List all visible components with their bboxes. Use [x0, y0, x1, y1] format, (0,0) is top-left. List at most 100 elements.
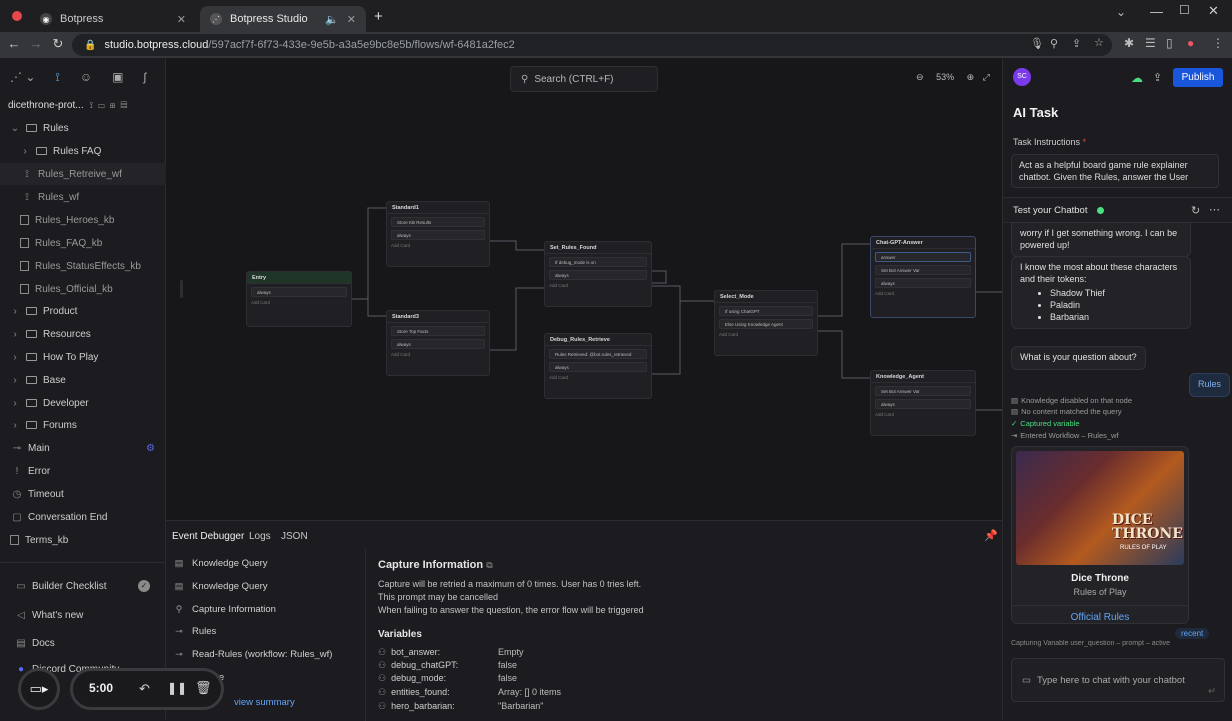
item-rules-statuseffects-kb[interactable]: Rules_StatusEffects_kb: [20, 255, 186, 277]
folder-how-to-play[interactable]: › How To Play: [8, 346, 174, 368]
bookmark-star-icon[interactable]: ☆: [1094, 36, 1104, 49]
chat-input[interactable]: ▭ Type here to chat with your chatbot ↵: [1011, 658, 1225, 702]
url-field[interactable]: 🔒 studio.botpress.cloud /597acf7f-6f73-4…: [72, 34, 1112, 56]
external-link-icon[interactable]: ⧉: [486, 560, 492, 570]
folder-forums[interactable]: › Forums: [8, 414, 174, 436]
publish-button[interactable]: Publish: [1173, 68, 1223, 87]
builder-checklist-link[interactable]: ▭ Builder Checklist ✓: [14, 575, 180, 597]
add-card-button[interactable]: Add Card: [391, 243, 485, 248]
recent-badge[interactable]: recent: [1175, 628, 1210, 639]
avatar[interactable]: SC: [1013, 68, 1031, 86]
node-entry[interactable]: Entry always Add Card: [246, 271, 352, 327]
node-card[interactable]: Set Bot Answer Var: [875, 386, 971, 396]
close-tab-icon[interactable]: ✕: [177, 13, 186, 26]
folder-rules[interactable]: ⌄ Rules: [8, 117, 174, 139]
back-icon[interactable]: ←: [2, 36, 26, 51]
add-card-button[interactable]: Add Card: [875, 412, 971, 417]
workspace-actions-icons[interactable]: ⟟▭⊞▤: [90, 100, 133, 111]
node-set-rules-found[interactable]: Set_Rules_Found If debug_mode is on alwa…: [544, 241, 652, 307]
event-item[interactable]: ▤ Knowledge Query: [172, 553, 268, 573]
item-rules-faq-kb[interactable]: Rules_FAQ_kb: [20, 232, 186, 254]
node-card[interactable]: always: [391, 230, 485, 240]
send-icon[interactable]: ↵: [1208, 686, 1216, 697]
audio-icon[interactable]: 🔈: [325, 13, 339, 26]
refresh-icon[interactable]: ↻: [1191, 204, 1200, 217]
item-rules-retreive-wf[interactable]: ⟟ Rules_Retreive_wf: [0, 163, 166, 185]
node-chat-gpt-answer[interactable]: Chat-GPT-Answer answer Set Bot Answer Va…: [870, 236, 976, 318]
node-card[interactable]: always: [549, 270, 647, 280]
workflow-icon[interactable]: ⟟: [55, 70, 59, 85]
tab-botpress-studio[interactable]: ⋰ Botpress Studio 🔈 ✕: [200, 6, 366, 32]
maximize-icon[interactable]: ☐: [1179, 3, 1190, 17]
add-card-button[interactable]: Add Card: [391, 352, 485, 357]
whats-new-link[interactable]: ◁ What's new: [14, 604, 180, 626]
mic-icon[interactable]: 🎙: [1030, 37, 1044, 50]
node-card[interactable]: Rules Retrieved: @bot.rules_retrieved: [549, 349, 647, 359]
node-card[interactable]: If using ChatGPT: [719, 306, 813, 316]
node-debug-rules-retrieve[interactable]: Debug_Rules_Retrieve Rules Retrieved: @b…: [544, 333, 652, 399]
docs-link[interactable]: ▤ Docs: [14, 632, 180, 654]
item-rules-wf[interactable]: ⟟ Rules_wf: [20, 186, 186, 208]
more-options-icon[interactable]: ⋯: [1209, 203, 1220, 216]
item-rules-official-kb[interactable]: Rules_Official_kb: [20, 278, 186, 300]
add-card-button[interactable]: Add Card: [549, 283, 647, 288]
profile-extension-icon[interactable]: ●: [1187, 36, 1194, 50]
zoom-icon[interactable]: ⚲: [1050, 37, 1058, 50]
folder-rules-faq[interactable]: › Rules FAQ: [18, 140, 184, 162]
item-terms-kb[interactable]: Terms_kb: [10, 529, 176, 551]
instructions-textarea[interactable]: Act as a helpful board game rule explain…: [1011, 154, 1219, 188]
node-card[interactable]: always: [549, 362, 647, 372]
folder-base[interactable]: › Base: [8, 369, 174, 391]
tab-event-debugger[interactable]: Event Debugger: [172, 531, 244, 542]
menu-dots-icon[interactable]: ⋮: [1212, 36, 1224, 50]
folder-resources[interactable]: › Resources: [8, 323, 174, 345]
add-card-button[interactable]: Add Card: [549, 375, 647, 380]
node-card[interactable]: always: [251, 287, 347, 297]
pin-panel-icon[interactable]: 📌: [984, 529, 998, 542]
cloud-sync-icon[interactable]: ☁: [1131, 71, 1143, 85]
item-error[interactable]: ! Error: [10, 460, 176, 482]
event-item[interactable]: ⚲ Capture Information: [172, 599, 276, 619]
event-item[interactable]: ⊸ Rules: [172, 621, 216, 641]
node-standard1[interactable]: Standard1 Store KB Results always Add Ca…: [386, 201, 490, 267]
item-rules-heroes-kb[interactable]: Rules_Heroes_kb: [20, 209, 186, 231]
node-card[interactable]: always: [875, 399, 971, 409]
item-main[interactable]: ⊸ Main ⚙: [10, 437, 176, 459]
camera-toggle-button[interactable]: ▭▸: [18, 668, 60, 710]
node-knowledge-agent[interactable]: Knowledge_Agent Set Bot Answer Var alway…: [870, 370, 976, 436]
folder-product[interactable]: › Product: [8, 300, 174, 322]
node-card[interactable]: If debug_mode is on: [549, 257, 647, 267]
tab-json[interactable]: JSON: [281, 531, 308, 542]
tab-logs[interactable]: Logs: [249, 531, 271, 542]
folder-developer[interactable]: › Developer: [8, 392, 174, 414]
tab-search-icon[interactable]: ⌄: [1116, 5, 1126, 19]
pause-icon[interactable]: ❚❚: [167, 681, 187, 695]
new-tab-icon[interactable]: +: [374, 8, 383, 25]
event-item[interactable]: ▤ Knowledge Query: [172, 576, 268, 596]
reload-icon[interactable]: ↻: [46, 36, 70, 52]
node-standard3[interactable]: Standard3 Store Top Facts always Add Car…: [386, 310, 490, 376]
tab-botpress[interactable]: ◉ Botpress ✕: [30, 6, 196, 32]
node-card[interactable]: always: [391, 339, 485, 349]
item-timeout[interactable]: ◷ Timeout: [10, 483, 176, 505]
node-card[interactable]: Store KB Results: [391, 217, 485, 227]
add-card-button[interactable]: Add Card: [719, 332, 813, 337]
share-icon[interactable]: ⇪: [1153, 71, 1162, 84]
item-conversation-end[interactable]: ▢ Conversation End: [10, 506, 176, 528]
node-card[interactable]: Store Top Facts: [391, 326, 485, 336]
node-card[interactable]: Else Using Knowledge Agent: [719, 319, 813, 329]
bot-icon[interactable]: ☺: [80, 70, 92, 85]
close-tab-icon[interactable]: ✕: [347, 13, 356, 26]
extensions-icon[interactable]: ✱: [1124, 36, 1134, 50]
minimize-icon[interactable]: —: [1150, 4, 1163, 19]
add-card-button[interactable]: Add Card: [251, 300, 347, 305]
node-select-mode[interactable]: Select_Mode If using ChatGPT Else Using …: [714, 290, 818, 356]
share-icon[interactable]: ⇪: [1072, 37, 1081, 50]
undo-icon[interactable]: ↶: [139, 681, 150, 697]
close-window-icon[interactable]: ✕: [1208, 3, 1219, 19]
official-rules-button[interactable]: Official Rules: [1012, 605, 1188, 623]
add-card-button[interactable]: Add Card: [875, 291, 971, 296]
table-icon[interactable]: ▣: [112, 70, 123, 85]
sidepanel-icon[interactable]: ▯: [1166, 36, 1173, 50]
trash-icon[interactable]: 🗑: [195, 680, 212, 696]
